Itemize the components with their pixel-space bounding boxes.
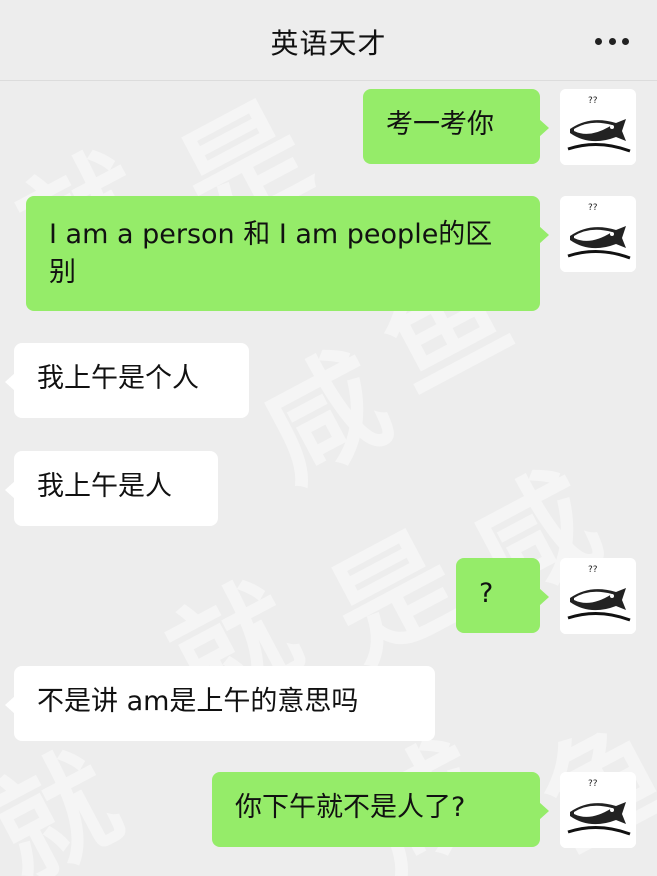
- message-bubble-sent[interactable]: 你下午就不是人了?: [212, 772, 549, 847]
- svg-text:??: ??: [588, 779, 598, 789]
- message-bubble-sent[interactable]: I am a person 和 I am people的区别: [26, 196, 549, 311]
- chat-area[interactable]: 就 是 咸 鱼 就 是 咸 鱼 咸 就 考一考你 ?? I am a perso…: [0, 81, 657, 876]
- avatar[interactable]: ??: [560, 196, 636, 272]
- message-bubble-received[interactable]: 我上午是人: [5, 451, 218, 526]
- fish-avatar-icon: ??: [560, 558, 636, 634]
- message-bubble-sent[interactable]: 考一考你: [363, 89, 549, 164]
- fish-avatar-icon: ??: [560, 89, 636, 165]
- chat-title: 英语天才: [270, 27, 387, 60]
- avatar[interactable]: ??: [560, 89, 636, 165]
- more-dots-icon[interactable]: [595, 38, 629, 46]
- svg-text:??: ??: [588, 96, 598, 106]
- svg-text:??: ??: [588, 565, 598, 575]
- fish-avatar-icon: ??: [560, 772, 636, 848]
- message-bubble-received[interactable]: 我上午是个人: [5, 343, 249, 418]
- svg-text:??: ??: [588, 203, 598, 213]
- avatar[interactable]: ??: [560, 558, 636, 634]
- message-bubble-received[interactable]: 不是讲 am是上午的意思吗: [5, 666, 435, 741]
- watermark-text: 咸: [239, 328, 412, 508]
- fish-avatar-icon: ??: [560, 196, 636, 272]
- chat-header: 英语天才: [0, 0, 657, 81]
- message-bubble-sent[interactable]: ?: [456, 558, 549, 633]
- avatar[interactable]: ??: [560, 772, 636, 848]
